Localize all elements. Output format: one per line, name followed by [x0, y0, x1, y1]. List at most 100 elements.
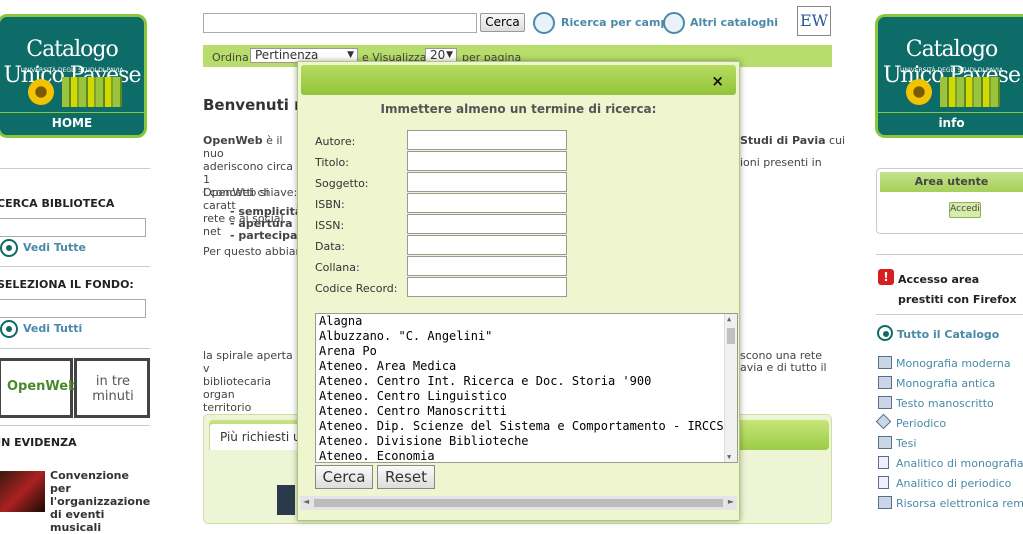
title-label: Titolo:: [315, 156, 349, 169]
list-item[interactable]: Ateneo. Centro Manoscritti: [316, 404, 737, 419]
divider: [876, 254, 1023, 255]
most-requested-tab[interactable]: Più richiesti u: [209, 423, 309, 450]
divider: [0, 425, 150, 426]
periodical-icon: [875, 413, 892, 430]
horizontal-scroll-thumb[interactable]: [314, 499, 723, 507]
type-modern-monograph[interactable]: Monografia moderna: [896, 357, 1011, 370]
date-field[interactable]: [407, 235, 567, 255]
type-periodical-analytic[interactable]: Analitico di periodico: [896, 477, 1011, 490]
book-cover[interactable]: [277, 485, 295, 515]
record-code-label: Codice Record:: [315, 282, 398, 295]
catalogs-icon[interactable]: [663, 12, 685, 34]
intro-line-2: aderiscono circa 1: [203, 160, 293, 186]
other-catalogs-link[interactable]: Altri cataloghi: [690, 16, 778, 29]
openweb-banner-text: OpenWeb: [7, 379, 78, 394]
library-search-input[interactable]: [0, 218, 146, 237]
eye-icon: [0, 239, 18, 257]
dialog-horizontal-scrollbar[interactable]: ◄ ►: [300, 496, 737, 510]
list-item[interactable]: Ateneo. Centro Linguistico: [316, 389, 737, 404]
author-field[interactable]: [407, 130, 567, 150]
info-logo[interactable]: Catalogo Unico Pavese UNIVERSITÀ DEGLI S…: [875, 14, 1023, 138]
close-icon[interactable]: ×: [711, 72, 724, 90]
welcome-heading: Benvenuti n: [203, 96, 305, 114]
whole-catalog-link[interactable]: Tutto il Catalogo: [897, 328, 999, 341]
concept-item: - partecipazi: [230, 229, 308, 242]
field-search-link[interactable]: Ricerca per campi: [561, 16, 672, 29]
spiral-right-2: avia e di tutto il: [740, 361, 827, 374]
sunflower-icon: [28, 79, 54, 105]
subject-label: Soggetto:: [315, 177, 369, 190]
isbn-field[interactable]: [407, 193, 567, 213]
scroll-left-icon[interactable]: ◄: [303, 497, 309, 506]
per-page-value: 20: [430, 48, 446, 62]
issn-field[interactable]: [407, 214, 567, 234]
author-label: Autore:: [315, 135, 356, 148]
openweb-bold: OpenWeb: [203, 134, 263, 147]
list-item[interactable]: Alagna: [316, 314, 737, 329]
login-button[interactable]: Accedi: [949, 202, 981, 218]
concepts-label: I concetti chiave:: [203, 186, 298, 199]
search-button[interactable]: Cerca: [480, 13, 525, 32]
list-item[interactable]: Ateneo. Centro Int. Ricerca e Doc. Stori…: [316, 374, 737, 389]
search-library-label: CERCA BIBLIOTECA: [0, 197, 115, 210]
loans-firefox-link[interactable]: Accesso area prestiti con Firefox: [898, 270, 1023, 310]
ew-logo[interactable]: EW: [797, 6, 831, 36]
listbox-scrollbar[interactable]: ▲ ▼: [724, 314, 737, 462]
type-remote-resource[interactable]: Risorsa elettronica remot: [896, 497, 1023, 510]
scroll-down-icon[interactable]: ▼: [727, 453, 731, 461]
books-icon: [62, 77, 122, 107]
main-search-input[interactable]: [203, 13, 477, 33]
type-manuscript[interactable]: Testo manoscritto: [896, 397, 994, 410]
books-icon: [940, 77, 1000, 107]
divider: [0, 348, 150, 349]
series-label: Collana:: [315, 261, 360, 274]
record-code-field[interactable]: [407, 277, 567, 297]
manuscript-icon: [878, 396, 892, 409]
scroll-right-icon[interactable]: ►: [728, 497, 734, 506]
user-area-box: Area utente Accedi: [876, 168, 1023, 234]
eye-icon: [0, 320, 18, 338]
see-all-funds-link[interactable]: Vedi Tutti: [23, 322, 82, 335]
intro-right-bold: Studi di Pavia: [740, 134, 826, 147]
news-thumbnail[interactable]: [0, 471, 45, 512]
dialog-search-button[interactable]: Cerca: [315, 465, 373, 489]
library-listbox[interactable]: Alagna Albuzzano. "C. Angelini" Arena Po…: [315, 313, 738, 463]
subject-field[interactable]: [407, 172, 567, 192]
scroll-up-icon[interactable]: ▲: [727, 315, 731, 323]
logo-subtitle: UNIVERSITÀ DEGLI STUDI DI PAVIA: [900, 67, 1003, 74]
home-logo[interactable]: Catalogo Unico Pavese UNIVERSITÀ DEGLI S…: [0, 14, 147, 138]
list-item[interactable]: Ateneo. Economia: [316, 449, 737, 462]
fund-select[interactable]: [0, 299, 146, 318]
news-link[interactable]: Convenzione per l'organizzazione di even…: [50, 469, 150, 534]
three-minutes-banner[interactable]: in tre minuti: [74, 358, 150, 418]
field-search-icon[interactable]: [533, 12, 555, 34]
logo-subtitle: UNIVERSITÀ DEGLI STUDI DI PAVIA: [20, 67, 124, 74]
list-item[interactable]: Ateneo. Divisione Biblioteche: [316, 434, 737, 449]
list-item[interactable]: Arena Po: [316, 344, 737, 359]
list-item[interactable]: Albuzzano. "C. Angelini": [316, 329, 737, 344]
list-item[interactable]: Ateneo. Dip. Scienze del Sistema e Compo…: [316, 419, 737, 434]
order-label: Ordina: [212, 51, 249, 64]
evidence-label: IN EVIDENZA: [0, 436, 77, 449]
book-icon: [878, 376, 892, 389]
user-area-title: Area utente: [880, 172, 1023, 192]
type-periodical[interactable]: Periodico: [896, 417, 946, 430]
title-field[interactable]: [407, 151, 567, 171]
issn-label: ISSN:: [315, 219, 345, 232]
see-all-libraries-link[interactable]: Vedi Tutte: [23, 241, 86, 254]
list-item[interactable]: Ateneo. Area Medica: [316, 359, 737, 374]
type-monograph-analytic[interactable]: Analitico di monografia: [896, 457, 1023, 470]
series-field[interactable]: [407, 256, 567, 276]
type-thesis[interactable]: Tesi: [896, 437, 916, 450]
scroll-thumb[interactable]: [727, 328, 735, 344]
document-icon: [878, 456, 889, 469]
isbn-label: ISBN:: [315, 198, 345, 211]
order-select-value: Pertinenza: [255, 48, 319, 62]
type-ancient-monograph[interactable]: Monografia antica: [896, 377, 995, 390]
dialog-reset-button[interactable]: Reset: [377, 465, 435, 489]
logo-caption: info: [878, 112, 1023, 130]
openweb-banner[interactable]: OpenWeb: [0, 358, 77, 418]
dialog-titlebar[interactable]: ×: [301, 65, 736, 95]
per-questo-text: Per questo abbiam: [203, 245, 307, 258]
three-minutes-text: in tre minuti: [92, 374, 134, 404]
